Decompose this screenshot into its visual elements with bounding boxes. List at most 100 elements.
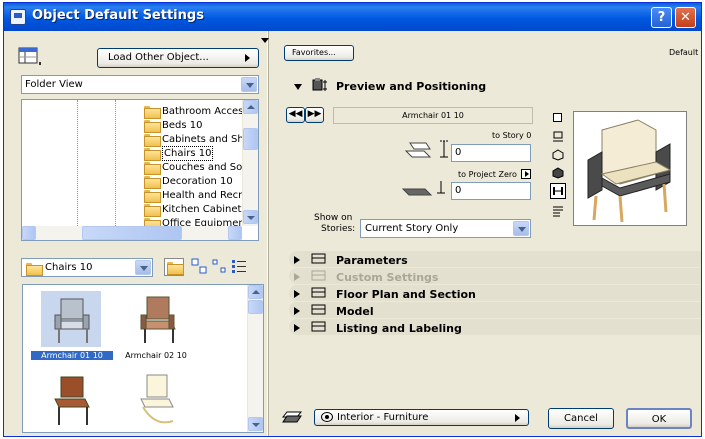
previous-object-button[interactable]: ◀◀ <box>286 107 305 123</box>
list-item[interactable] <box>31 369 113 432</box>
list-view-icon[interactable] <box>231 258 248 275</box>
next-object-button[interactable]: ▶▶ <box>305 107 324 123</box>
view-mode-icon[interactable] <box>18 47 42 67</box>
tree-item-label: Health and Recre <box>162 190 249 201</box>
folder-icon <box>144 162 161 175</box>
section-view-icon[interactable] <box>550 183 566 199</box>
chevron-down-icon[interactable] <box>513 221 529 236</box>
section-header[interactable]: Parameters <box>291 253 701 269</box>
load-other-object-button[interactable]: Load Other Object... <box>97 48 259 68</box>
favorites-button[interactable]: Favorites... <box>284 45 354 61</box>
story-offset-input[interactable]: 0 <box>451 144 531 162</box>
help-button[interactable]: ? <box>651 7 672 28</box>
view-select[interactable]: Folder View <box>21 75 259 94</box>
list-item[interactable] <box>115 369 197 432</box>
large-icons-view-icon[interactable] <box>191 258 208 275</box>
wireframe-3d-icon[interactable] <box>552 149 564 161</box>
collapsed-triangle-icon <box>294 256 300 264</box>
app-icon <box>10 9 26 25</box>
cancel-button[interactable]: Cancel <box>548 408 614 429</box>
listing-labeling-icon <box>311 321 327 335</box>
parameters-list-icon[interactable] <box>552 205 564 217</box>
section-label: Listing and Labeling <box>336 322 462 335</box>
up-folder-icon[interactable] <box>164 258 184 276</box>
project-zero-dropdown-icon[interactable] <box>521 169 531 179</box>
section-label: Parameters <box>336 254 408 267</box>
show-on-stories-select[interactable]: Current Story Only <box>360 219 531 238</box>
scroll-down-icon[interactable] <box>243 210 258 224</box>
section-header[interactable]: Floor Plan and Section <box>291 287 701 303</box>
grid-vertical-scrollbar[interactable] <box>247 285 263 432</box>
ok-button[interactable]: OK <box>626 408 692 429</box>
chair-thumbnail <box>41 371 101 427</box>
project-zero-input[interactable]: 0 <box>451 182 531 200</box>
shaded-3d-icon[interactable] <box>552 167 564 179</box>
chevron-down-icon[interactable] <box>135 260 151 275</box>
load-other-object-label: Load Other Object... <box>108 52 209 63</box>
plan-view-icon[interactable] <box>553 113 562 122</box>
preview-section-label: Preview and Positioning <box>336 80 487 93</box>
tree-vertical-scrollbar[interactable] <box>242 100 258 226</box>
object-name-field: Armchair 01 10 <box>333 107 533 124</box>
splitter-arrow-icon[interactable] <box>261 38 269 43</box>
show-on-stories-value: Current Story Only <box>365 223 459 234</box>
stories-label: Stories: <box>321 224 356 234</box>
object-default-settings-window: Object Default Settings ? ✕ Load Other O… <box>3 2 702 437</box>
preview-section-header[interactable]: Preview and Positioning <box>291 78 691 95</box>
scroll-up-icon[interactable] <box>243 100 258 114</box>
folder-icon <box>26 263 43 276</box>
section-header: Custom Settings <box>291 270 701 286</box>
section-label: Model <box>336 305 374 318</box>
close-button[interactable]: ✕ <box>675 7 696 28</box>
list-item[interactable]: Armchair 02 10 <box>115 289 197 361</box>
folder-select[interactable]: Chairs 10 <box>21 258 153 277</box>
cancel-label: Cancel <box>564 413 598 424</box>
scroll-up-icon[interactable] <box>248 285 263 299</box>
section-header[interactable]: Listing and Labeling <box>291 321 701 337</box>
collapsed-triangle-icon <box>294 307 300 315</box>
section-header[interactable]: Model <box>291 304 701 320</box>
story-offset-icon <box>404 137 454 161</box>
tree-item-label: Couches and Sof <box>162 162 246 173</box>
dialog-client: Load Other Object... Folder View Bathroo… <box>4 31 701 436</box>
chair-thumbnail <box>41 291 101 347</box>
arrow-right-icon <box>515 414 520 422</box>
favorites-label: Favorites... <box>292 48 336 57</box>
tree-item-label: Decoration 10 <box>162 176 233 187</box>
ok-label: OK <box>651 414 667 425</box>
model-icon <box>311 304 327 318</box>
default-label: Default <box>669 48 699 57</box>
layer-select[interactable]: Interior - Furniture <box>314 409 529 426</box>
to-project-zero-label: to Project Zero <box>458 170 517 179</box>
folder-tree[interactable]: Bathroom Access Beds 10 Cabinets and Sh Cha… <box>21 99 259 241</box>
scroll-thumb[interactable] <box>243 128 258 150</box>
scroll-right-icon[interactable] <box>228 226 242 240</box>
project-zero-icon <box>401 179 451 197</box>
side-view-icon[interactable] <box>552 131 564 143</box>
tree-item-label: Chairs 10 <box>162 146 214 161</box>
list-item[interactable]: Armchair 01 10 <box>31 289 113 361</box>
to-story-label: to Story 0 <box>492 131 532 140</box>
section-label: Custom Settings <box>336 271 439 284</box>
object-name: Armchair 01 10 <box>402 111 464 120</box>
left-panel: Load Other Object... Folder View Bathroo… <box>4 31 267 436</box>
tree-item-label: Beds 10 <box>162 120 203 131</box>
scroll-down-icon[interactable] <box>248 417 263 431</box>
tree-connector <box>115 100 145 240</box>
folder-icon <box>144 148 161 161</box>
preview-positioning-icon <box>311 78 329 93</box>
scroll-thumb[interactable] <box>248 300 263 314</box>
object-item-grid[interactable]: Armchair 01 10 Armchair 02 10 <box>22 284 264 433</box>
title-bar[interactable]: Object Default Settings ? ✕ <box>4 3 701 31</box>
scroll-left-icon[interactable] <box>22 226 36 240</box>
tree-horizontal-scrollbar[interactable] <box>22 226 242 240</box>
tree-item-label: Kitchen Cabinets <box>162 204 247 215</box>
layer-value: Interior - Furniture <box>337 412 429 423</box>
floor-plan-icon <box>311 287 327 301</box>
chair-thumbnail <box>125 291 185 347</box>
chevron-down-icon[interactable] <box>241 77 257 92</box>
scroll-h-thumb[interactable] <box>82 226 182 240</box>
arrow-right-icon <box>245 54 250 62</box>
small-icons-view-icon[interactable] <box>211 258 228 275</box>
custom-settings-icon <box>311 270 327 284</box>
